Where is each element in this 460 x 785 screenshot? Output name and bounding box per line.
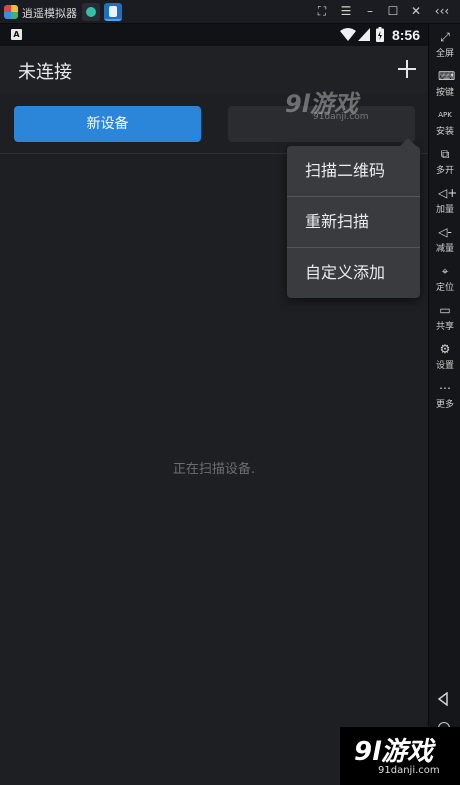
toolbar-settings[interactable]: ⚙ 设置 xyxy=(429,342,460,371)
tab-home[interactable] xyxy=(82,3,100,21)
toolbar-keymap[interactable]: ⌨ 按键 xyxy=(429,69,460,98)
android-back-icon[interactable] xyxy=(436,692,450,706)
new-device-button[interactable]: 新设备 xyxy=(14,106,201,142)
wifi-icon xyxy=(340,28,356,41)
keyboard-icon: ⌨ xyxy=(438,69,456,83)
close-button[interactable]: ✕ xyxy=(408,3,424,19)
menu-item-rescan[interactable]: 重新扫描 xyxy=(287,197,420,247)
toolbar-location[interactable]: ⌖ 定位 xyxy=(429,264,460,293)
connection-status-title: 未连接 xyxy=(18,62,72,83)
apk-install-icon: APK xyxy=(438,111,452,119)
toolbar-install[interactable]: APK 安装 xyxy=(429,108,460,137)
toolbar-volume-down[interactable]: ◁- 减量 xyxy=(429,225,460,254)
volume-down-icon: ◁- xyxy=(438,225,452,239)
folder-share-icon: ▭ xyxy=(439,303,451,317)
app-bar: 未连接 xyxy=(0,46,428,94)
toolbar-volume-up[interactable]: ◁+ 加量 xyxy=(429,186,460,215)
menu-item-scan-qr[interactable]: 扫描二维码 xyxy=(287,146,420,196)
multi-open-icon: ⧉ xyxy=(440,147,450,161)
menu-icon[interactable]: ☰ xyxy=(338,3,354,19)
emulator-toolbar: ⤢ 全屏 ⌨ 按键 APK 安装 ⧉ 多开 ◁+ 加量 ◁- 减量 ⌖ 定位 ▭… xyxy=(428,24,460,785)
keyboard-indicator-icon: A xyxy=(11,29,22,40)
app-tab-icon xyxy=(109,6,117,17)
toolbar-share[interactable]: ▭ 共享 xyxy=(429,303,460,332)
more-icon: ⋯ xyxy=(439,381,451,395)
emulator-title: 逍遥模拟器 xyxy=(22,7,77,20)
app-screen: 未连接 新设备 9l游戏 91danji.com 正在扫描设备. 扫描二维码 重… xyxy=(0,46,428,785)
fullscreen-icon: ⤢ xyxy=(440,30,450,44)
watermark-logo: 9l游戏 91danji.com xyxy=(285,90,369,122)
toolbar-fullscreen[interactable]: ⤢ 全屏 xyxy=(429,30,460,59)
toolbar-multi-open[interactable]: ⧉ 多开 xyxy=(429,147,460,176)
add-icon[interactable] xyxy=(396,58,418,80)
screenshot-icon[interactable]: ⛶ xyxy=(314,3,330,19)
maximize-button[interactable]: ☐ xyxy=(385,3,401,19)
menu-item-custom-add[interactable]: 自定义添加 xyxy=(287,248,420,298)
add-device-popup-menu: 扫描二维码 重新扫描 自定义添加 xyxy=(287,138,420,298)
minimize-button[interactable]: – xyxy=(362,3,378,19)
watermark-badge: 9l游戏 91danji.com xyxy=(340,727,460,785)
volume-up-icon: ◁+ xyxy=(438,186,458,200)
emulator-title-bar: 逍遥模拟器 ⛶ ☰ – ☐ ✕ ‹‹‹ xyxy=(0,0,460,24)
clock: 8:56 xyxy=(391,27,420,43)
gear-icon: ⚙ xyxy=(439,342,451,356)
device-tabs: 新设备 xyxy=(0,94,428,154)
scanning-status-text: 正在扫描设备. xyxy=(172,462,256,477)
location-icon: ⌖ xyxy=(441,264,449,278)
android-status-bar: A 8:56 xyxy=(0,24,428,46)
home-tab-icon xyxy=(86,7,96,17)
cell-signal-icon xyxy=(358,28,370,41)
memu-logo-icon xyxy=(4,5,18,19)
collapse-sidebar-button[interactable]: ‹‹‹ xyxy=(434,3,450,19)
toolbar-more[interactable]: ⋯ 更多 xyxy=(429,381,460,410)
tab-active-app[interactable] xyxy=(104,3,122,21)
battery-charging-icon xyxy=(376,27,384,42)
